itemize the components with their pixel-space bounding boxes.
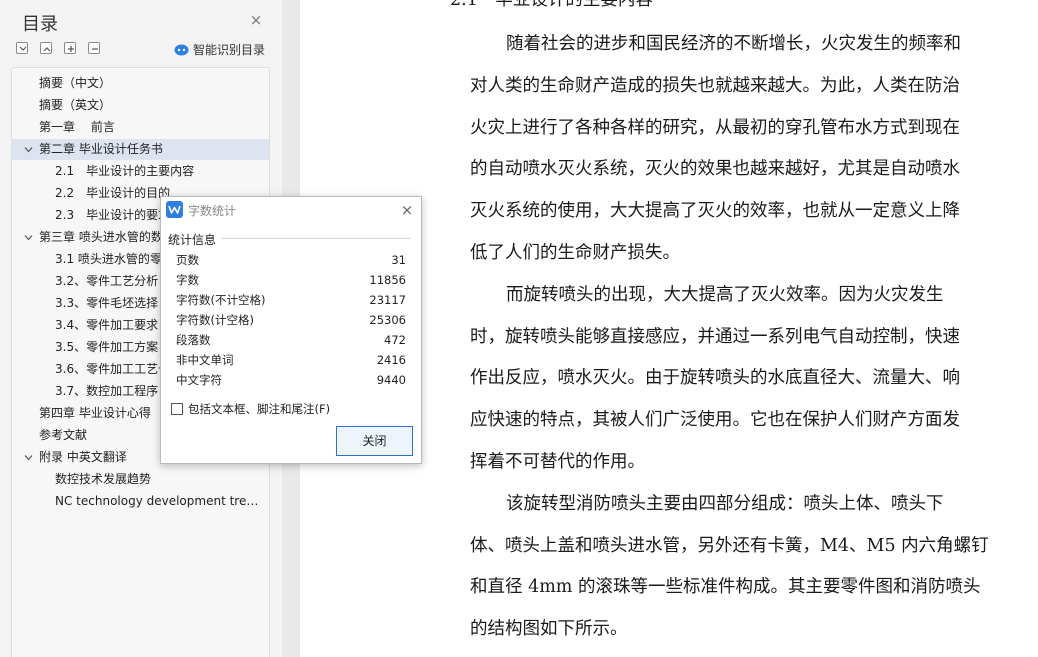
paragraph-line: 灭火系统的使用，大大提高了灭火的效率，也就从一定意义上降	[470, 201, 960, 222]
paragraph-line: 和直径 4mm 的滚珠等一些标准件构成。其主要零件图和消防喷头	[470, 577, 981, 598]
toc-item-label: 摘要（英文）	[39, 98, 112, 112]
dialog-title: 字数统计	[188, 204, 237, 218]
toc-item-label: 参考文献	[39, 428, 88, 442]
toc-item[interactable]: 摘要（英文）	[12, 95, 269, 116]
stat-value: 25306	[369, 313, 406, 327]
stat-label: 页数	[176, 253, 199, 267]
paragraph-line: 时，旋转喷头能够直接感应，并通过一系列电气自动控制，快速	[470, 326, 960, 347]
toc-item-label: 第二章 毕业设计任务书	[39, 142, 163, 156]
stats-section-label: 统计信息	[168, 233, 217, 247]
paragraph-line: 对人类的生命财产造成的损失也就越来越大。为此，人类在防治	[470, 75, 960, 96]
toc-item-label: 第一章 前言	[39, 120, 115, 134]
stat-label: 中文字符	[176, 373, 222, 387]
stat-row: 页数 31	[176, 250, 406, 270]
toc-item-label: NC technology development tre…	[55, 494, 259, 508]
paragraph-line: 应快速的特点，其被人们广泛使用。它也在保护人们财产方面发	[470, 410, 960, 431]
dialog-titlebar[interactable]: 字数统计 ×	[161, 197, 421, 223]
toc-item-label: 摘要（中文）	[39, 76, 112, 90]
paragraph-line: 的结构图如下所示。	[470, 619, 628, 640]
stat-label: 字符数(不计空格)	[176, 293, 266, 307]
divider	[221, 238, 411, 239]
stat-label: 字符数(计空格)	[176, 313, 254, 327]
paragraph-line: 该旋转型消防喷头主要由四部分组成：喷头上体、喷头下	[506, 493, 944, 514]
toc-item[interactable]: 2.1 毕业设计的主要内容	[12, 161, 269, 182]
remove-icon[interactable]	[88, 42, 100, 54]
toc-item-label: 3.3、零件毛坯选择	[55, 296, 159, 310]
toc-item[interactable]: 第二章 毕业设计任务书	[12, 139, 269, 160]
toc-item-label: 2.2 毕业设计的目的	[55, 186, 171, 200]
stat-label: 非中文单词	[176, 353, 234, 367]
stat-value: 31	[391, 253, 406, 267]
toc-item-label: 2.1 毕业设计的主要内容	[55, 164, 195, 178]
toc-item-label: 3.7、数控加工程序	[55, 384, 159, 398]
chevron-down-icon[interactable]	[24, 234, 33, 241]
toc-item[interactable]: 摘要（中文）	[12, 73, 269, 94]
stat-value: 472	[384, 333, 406, 347]
chevron-down-icon[interactable]	[24, 146, 33, 153]
collapse-all-icon[interactable]	[16, 42, 28, 54]
toc-item-label: 3.2、零件工艺分析	[55, 274, 159, 288]
paragraph-line: 而旋转喷头的出现，大大提高了灭火效率。因为火灾发生	[506, 284, 944, 305]
stat-row: 字符数(计空格) 25306	[176, 310, 406, 330]
paragraph-line: 低了人们的生命财产损失。	[470, 243, 680, 263]
wps-app-icon	[166, 201, 183, 218]
smart-toc-label: 智能识别目录	[193, 42, 266, 57]
include-notes-label[interactable]: 包括文本框、脚注和尾注(F)	[188, 401, 330, 417]
paragraph-line: 挥着不可替代的作用。	[470, 452, 645, 472]
paragraph-line: 的自动喷水灭火系统，灭火的效果也越来越好，尤其是自动喷水	[470, 159, 960, 180]
toc-item[interactable]: 数控技术发展趋势	[12, 469, 269, 490]
stat-label: 段落数	[176, 333, 211, 347]
toc-item-label: 2.3 毕业设计的要求	[55, 208, 171, 222]
toc-item-label: 3.4、零件加工要求	[55, 318, 159, 332]
stat-value: 2416	[376, 353, 406, 367]
stat-row: 字数 11856	[176, 270, 406, 290]
stat-row: 段落数 472	[176, 330, 406, 350]
toc-item[interactable]: 第一章 前言	[12, 117, 269, 138]
add-icon[interactable]	[64, 42, 76, 54]
dialog-close-icon[interactable]: ×	[399, 202, 415, 218]
section-heading: 2.1 毕业设计的主要内容	[450, 0, 653, 10]
sidebar-close-icon[interactable]: ×	[248, 12, 264, 28]
stat-row: 非中文单词 2416	[176, 350, 406, 370]
paragraph-line: 体、喷头上盖和喷头进水管，另外还有卡簧，M4、M5 内六角螺钉	[470, 535, 989, 556]
stat-row: 字符数(不计空格) 23117	[176, 290, 406, 310]
toc-item-label: 附录 中英文翻译	[39, 450, 127, 464]
stat-value: 9440	[376, 373, 406, 387]
expand-all-icon[interactable]	[40, 42, 52, 54]
smart-toc-button[interactable]: 智能识别目录	[174, 40, 265, 58]
toc-item-label: 3.5、零件加工方案	[55, 340, 159, 354]
toc-item-label: 第四章 毕业设计心得	[39, 406, 151, 420]
chevron-down-icon[interactable]	[24, 454, 33, 461]
toc-item-label: 数控技术发展趋势	[55, 472, 152, 486]
stat-label: 字数	[176, 273, 199, 287]
stat-value: 23117	[369, 293, 406, 307]
sidebar-title: 目录	[22, 14, 58, 35]
stat-value: 11856	[369, 273, 406, 287]
cloud-icon	[174, 44, 189, 55]
paragraph-line: 火灾上进行了各种各样的研究，从最初的穿孔管布水方式到现在	[470, 117, 960, 138]
include-notes-checkbox[interactable]	[171, 403, 183, 415]
word-count-dialog: 字数统计 × 统计信息 页数 31 字数 11856 字符数(不计空格) 23117 字符数…	[160, 196, 422, 464]
toc-item[interactable]: NC technology development tre…	[12, 491, 269, 512]
close-button[interactable]: 关闭	[336, 426, 413, 456]
paragraph-line: 作出反应，喷水灭火。由于旋转喷头的水底直径大、流量大、响	[470, 368, 960, 389]
stat-row: 中文字符 9440	[176, 370, 406, 390]
paragraph-line: 随着社会的进步和国民经济的不断增长，火灾发生的频率和	[506, 34, 961, 54]
